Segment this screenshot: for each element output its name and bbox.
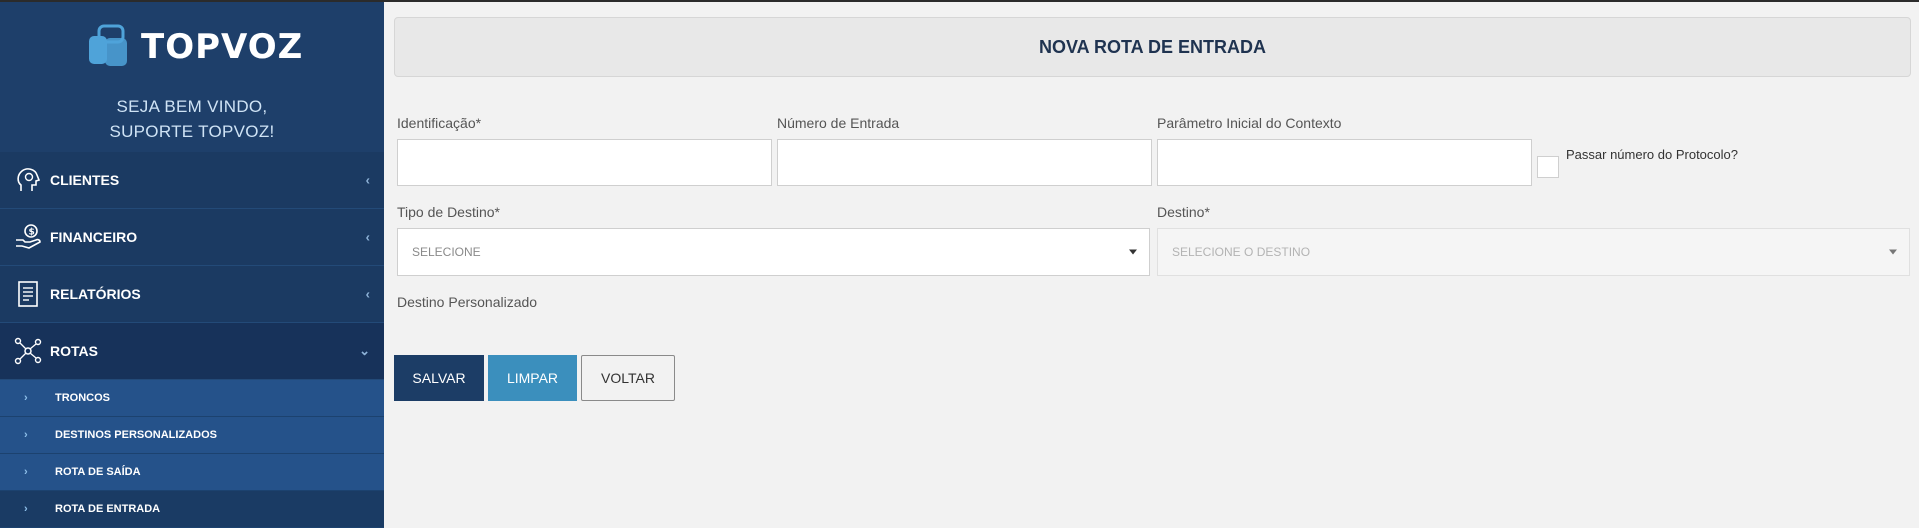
brand-area: TOPVOZ SEJA BEM VINDO, SUPORTE TOPVOZ! (0, 2, 384, 151)
reports-document-icon (18, 281, 38, 307)
passar-protocolo-checkbox[interactable] (1537, 156, 1559, 178)
sidebar-subitem-label: DESTINOS PERSONALIZADOS (55, 429, 217, 441)
sidebar-subitem-label: ROTA DE SAÍDA (55, 466, 141, 478)
passar-protocolo-label: Passar número do Protocolo? (1566, 147, 1738, 162)
svg-text:$: $ (29, 228, 35, 238)
save-button[interactable]: SALVAR (394, 355, 484, 401)
chevron-right-icon: › (24, 466, 28, 478)
sidebar-item-clientes[interactable]: CLIENTES ‹ (0, 152, 384, 209)
welcome-message: SEJA BEM VINDO, SUPORTE TOPVOZ! (0, 94, 384, 144)
sidebar-item-financeiro[interactable]: $ FINANCEIRO ‹ (0, 209, 384, 266)
clear-button[interactable]: LIMPAR (488, 355, 577, 401)
sidebar-subitem-label: TRONCOS (55, 392, 110, 404)
numero-entrada-input[interactable] (777, 139, 1152, 186)
clients-head-gear-icon (17, 168, 41, 191)
identificacao-input[interactable] (397, 139, 772, 186)
parametro-inicial-label: Parâmetro Inicial do Contexto (1157, 115, 1342, 131)
sidebar: TOPVOZ SEJA BEM VINDO, SUPORTE TOPVOZ! C… (0, 2, 384, 528)
numero-entrada-label: Número de Entrada (777, 115, 900, 131)
destino-select[interactable]: SELECIONE O DESTINO (1157, 228, 1910, 276)
destino-personalizado-label: Destino Personalizado (397, 294, 538, 310)
finance-hand-money-icon: $ (16, 224, 41, 249)
sidebar-subitem-destinos-personalizados[interactable]: › DESTINOS PERSONALIZADOS (0, 417, 384, 454)
sidebar-item-label: CLIENTES (50, 172, 120, 188)
sidebar-item-label: RELATÓRIOS (50, 286, 141, 302)
parametro-inicial-input[interactable] (1157, 139, 1532, 186)
logo-text: TOPVOZ (141, 27, 304, 67)
tipo-destino-select[interactable]: SELECIONE (397, 228, 1150, 276)
chevron-left-icon: ‹ (365, 286, 370, 302)
sidebar-item-relatorios[interactable]: RELATÓRIOS ‹ (0, 266, 384, 323)
sidebar-subitem-troncos[interactable]: › TRONCOS (0, 380, 384, 417)
destino-label: Destino* (1157, 204, 1210, 220)
caret-down-icon (1889, 249, 1897, 255)
chevron-left-icon: ‹ (365, 172, 370, 188)
sidebar-subitem-rota-de-entrada[interactable]: › ROTA DE ENTRADA (0, 491, 384, 528)
sidebar-item-label: FINANCEIRO (50, 229, 138, 245)
page-header: NOVA ROTA DE ENTRADA (394, 17, 1911, 77)
caret-down-icon (1129, 249, 1137, 255)
sidebar-subitem-rota-de-saida[interactable]: › ROTA DE SAÍDA (0, 454, 384, 491)
sidebar-item-rotas[interactable]: ROTAS ⌄ (0, 323, 384, 380)
topvoz-logo-icon (89, 24, 127, 66)
chevron-left-icon: ‹ (365, 229, 370, 245)
welcome-line-2: SUPORTE TOPVOZ! (109, 122, 275, 141)
tipo-destino-label: Tipo de Destino* (397, 204, 500, 220)
sidebar-menu: CLIENTES ‹ $ FINANCEIRO ‹ RELATÓRIOS ‹ R… (0, 152, 384, 528)
page-title: NOVA ROTA DE ENTRADA (1039, 36, 1266, 57)
logo[interactable]: TOPVOZ (85, 22, 303, 72)
identificacao-label: Identificação* (397, 115, 482, 131)
destino-selected-value: SELECIONE O DESTINO (1172, 245, 1311, 259)
welcome-line-1: SEJA BEM VINDO, (116, 97, 268, 116)
chevron-down-icon: ⌄ (359, 343, 370, 358)
sidebar-item-label: ROTAS (50, 343, 98, 359)
chevron-right-icon: › (24, 429, 28, 441)
chevron-right-icon: › (24, 392, 28, 404)
back-button[interactable]: VOLTAR (581, 355, 675, 401)
tipo-destino-selected-value: SELECIONE (412, 245, 481, 259)
chevron-right-icon: › (24, 503, 28, 515)
sidebar-subitem-label: ROTA DE ENTRADA (55, 503, 161, 515)
routes-network-icon (14, 337, 42, 365)
